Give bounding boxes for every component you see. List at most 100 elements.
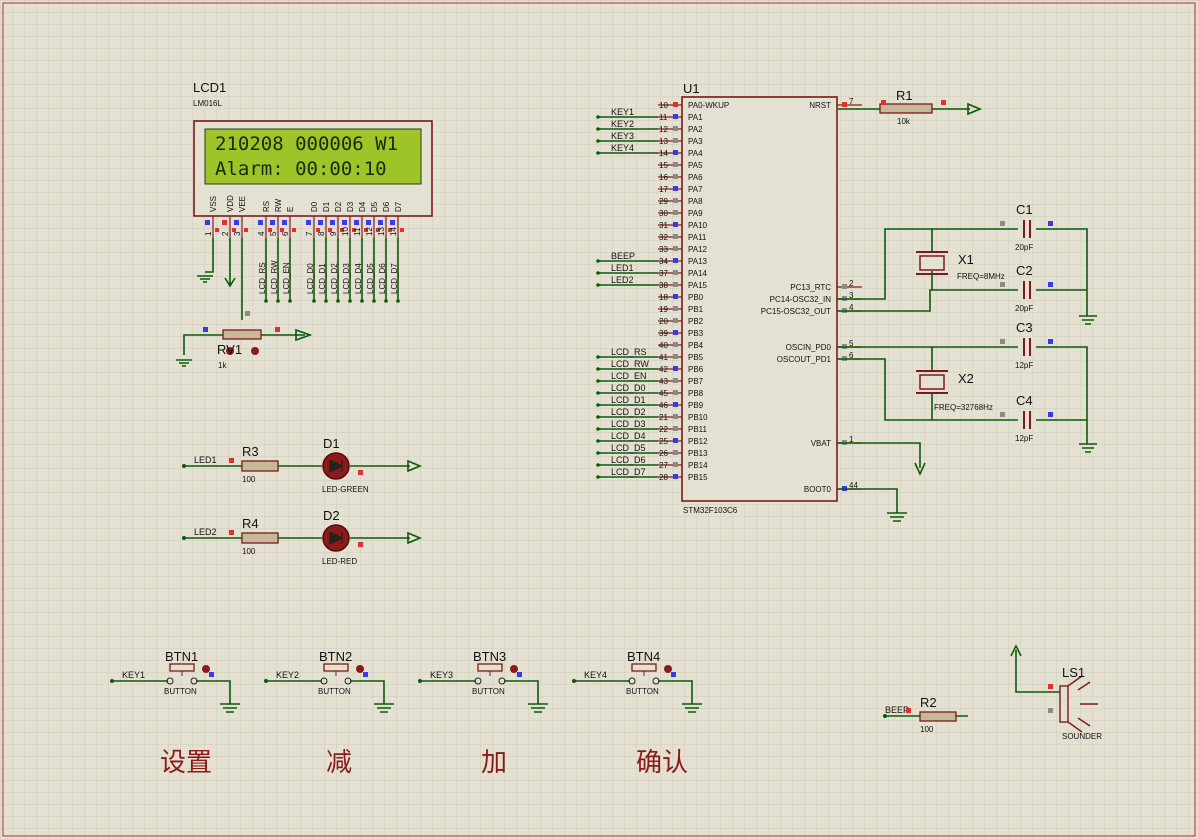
mcu-pin-name: PB1 — [688, 305, 704, 314]
lcd-pin-name: D0 — [310, 201, 319, 212]
mcu-net-label: LCD_D7 — [611, 467, 646, 477]
led-net: LED2 — [194, 527, 217, 537]
mcu-pin-name: PA2 — [688, 125, 703, 134]
mcu-pin-number: 22 — [659, 425, 668, 434]
lcd-pin-name: RS — [262, 201, 271, 212]
x1-freq: FREQ=8MHz — [957, 272, 1005, 281]
x2-freq: FREQ=32768Hz — [934, 403, 993, 412]
capacitor-value: 12pF — [1015, 361, 1033, 370]
mcu-pin-name: PB8 — [688, 389, 704, 398]
mcu-pin-name: PA12 — [688, 245, 708, 254]
mcu-pin-number: 34 — [659, 257, 668, 266]
x2-ref: X2 — [958, 371, 974, 386]
r1-value: 10k — [897, 117, 911, 126]
mcu-pin-number: 46 — [659, 401, 668, 410]
lcd-pin-number: 11 — [353, 227, 362, 236]
led-ref: D2 — [323, 508, 340, 523]
lcd-pin-number: 1 — [204, 231, 213, 236]
mcu-pin-name: PC15-OSC32_OUT — [761, 307, 831, 316]
mcu-pin-name: PA4 — [688, 149, 703, 158]
lcd-net-label: LCD_D0 — [306, 263, 315, 294]
mcu-pin-number: 33 — [659, 245, 668, 254]
resistor-value: 100 — [242, 475, 256, 484]
mcu-net-label: LCD_D1 — [611, 395, 646, 405]
lcd-net-label: LCD_D3 — [342, 263, 351, 294]
button-ref: BTN1 — [165, 649, 198, 664]
mcu-pin-name: PA3 — [688, 137, 703, 146]
rv1-value: 1k — [218, 361, 227, 370]
lcd-net-label: LCD_D5 — [366, 263, 375, 294]
mcu-pin-name: PB6 — [688, 365, 704, 374]
button-net: KEY4 — [584, 670, 607, 680]
mcu-pin-name: PB11 — [688, 425, 708, 434]
mcu-pin-name: BOOT0 — [804, 485, 832, 494]
mcu-pin-number: 31 — [659, 221, 668, 230]
lcd-net-label: LCD_D4 — [354, 263, 363, 294]
mcu-pin-name: PB3 — [688, 329, 704, 338]
mcu-pin-name: PA5 — [688, 161, 703, 170]
mcu-pin-number: 42 — [659, 365, 668, 374]
mcu-net-label: LCD_D5 — [611, 443, 646, 453]
mcu-pin-name: PA14 — [688, 269, 708, 278]
lcd-line2: Alarm: 00:00:10 — [215, 158, 387, 180]
mcu-pin-name: OSCOUT_PD1 — [777, 355, 832, 364]
lcd-pin-number: 9 — [329, 231, 338, 236]
mcu-pin-name: PA9 — [688, 209, 703, 218]
button-type: BUTTON — [626, 687, 659, 696]
lcd-pin-number: 8 — [317, 231, 326, 236]
button-caption: 减 — [326, 748, 352, 778]
ls1-type: SOUNDER — [1062, 732, 1102, 741]
resistor-ref: R4 — [242, 516, 259, 531]
mcu-pin-number: 39 — [659, 329, 668, 338]
lcd-pin-number: 5 — [269, 231, 278, 236]
button-type: BUTTON — [318, 687, 351, 696]
button-net: KEY1 — [122, 670, 145, 680]
mcu-pin-number: 45 — [659, 389, 668, 398]
mcu-net-label: KEY1 — [611, 107, 634, 117]
capacitor-ref: C3 — [1016, 320, 1033, 335]
mcu-pin-number: 26 — [659, 449, 668, 458]
schematic-canvas[interactable]: LCD1 LM016L 210208 000006 W1 Alarm: 00:0… — [0, 0, 1198, 839]
lcd-pin-name: D6 — [382, 201, 391, 212]
button-type: BUTTON — [164, 687, 197, 696]
button-caption: 加 — [481, 748, 507, 778]
mcu-pin-name: PA0-WKUP — [688, 101, 729, 110]
mcu-pin-number: 12 — [659, 125, 668, 134]
mcu-pin-number: 25 — [659, 437, 668, 446]
mcu-net-label: LED1 — [611, 263, 634, 273]
led-ref: D1 — [323, 436, 340, 451]
lcd-net-label: LCD_RS — [258, 262, 267, 294]
mcu-pin-number: 17 — [659, 185, 668, 194]
mcu-pin-name: PB0 — [688, 293, 704, 302]
mcu-pin-number: 10 — [659, 101, 668, 110]
mcu-net-label: KEY4 — [611, 143, 634, 153]
mcu-pin-number: 11 — [659, 113, 668, 122]
lcd-net-label: LCD_D7 — [390, 263, 399, 294]
mcu-pin-number: 16 — [659, 173, 668, 182]
capacitor-ref: C1 — [1016, 202, 1033, 217]
capacitor-value: 20pF — [1015, 243, 1033, 252]
ls1-ref: LS1 — [1062, 665, 1085, 680]
mcu-ref: U1 — [683, 81, 700, 96]
led-type: LED-GREEN — [322, 485, 369, 494]
mcu-pin-number: 43 — [659, 377, 668, 386]
mcu-pin-name: PA8 — [688, 197, 703, 206]
mcu-pin-name: OSCIN_PD0 — [786, 343, 832, 352]
lcd-model: LM016L — [193, 99, 222, 108]
button-caption: 确认 — [636, 748, 688, 778]
lcd-net-label: LCD_RW — [270, 260, 279, 294]
lcd-pin-name: D2 — [334, 201, 343, 212]
lcd-net-label: LCD_D2 — [330, 263, 339, 294]
lcd-ref: LCD1 — [193, 80, 226, 95]
mcu-net-label: LCD_EN — [611, 371, 647, 381]
mcu-pin-number: 20 — [659, 317, 668, 326]
mcu-pin-name: PB5 — [688, 353, 704, 362]
mcu-pin-number: 7 — [849, 97, 854, 106]
mcu-pin-name: PA6 — [688, 173, 703, 182]
capacitor-ref: C2 — [1016, 263, 1033, 278]
mcu-pin-name: PB7 — [688, 377, 704, 386]
lcd-pin-number: 3 — [233, 231, 242, 236]
mcu-pin-number: 19 — [659, 305, 668, 314]
mcu-pin-number: 38 — [659, 281, 668, 290]
capacitor-value: 12pF — [1015, 434, 1033, 443]
